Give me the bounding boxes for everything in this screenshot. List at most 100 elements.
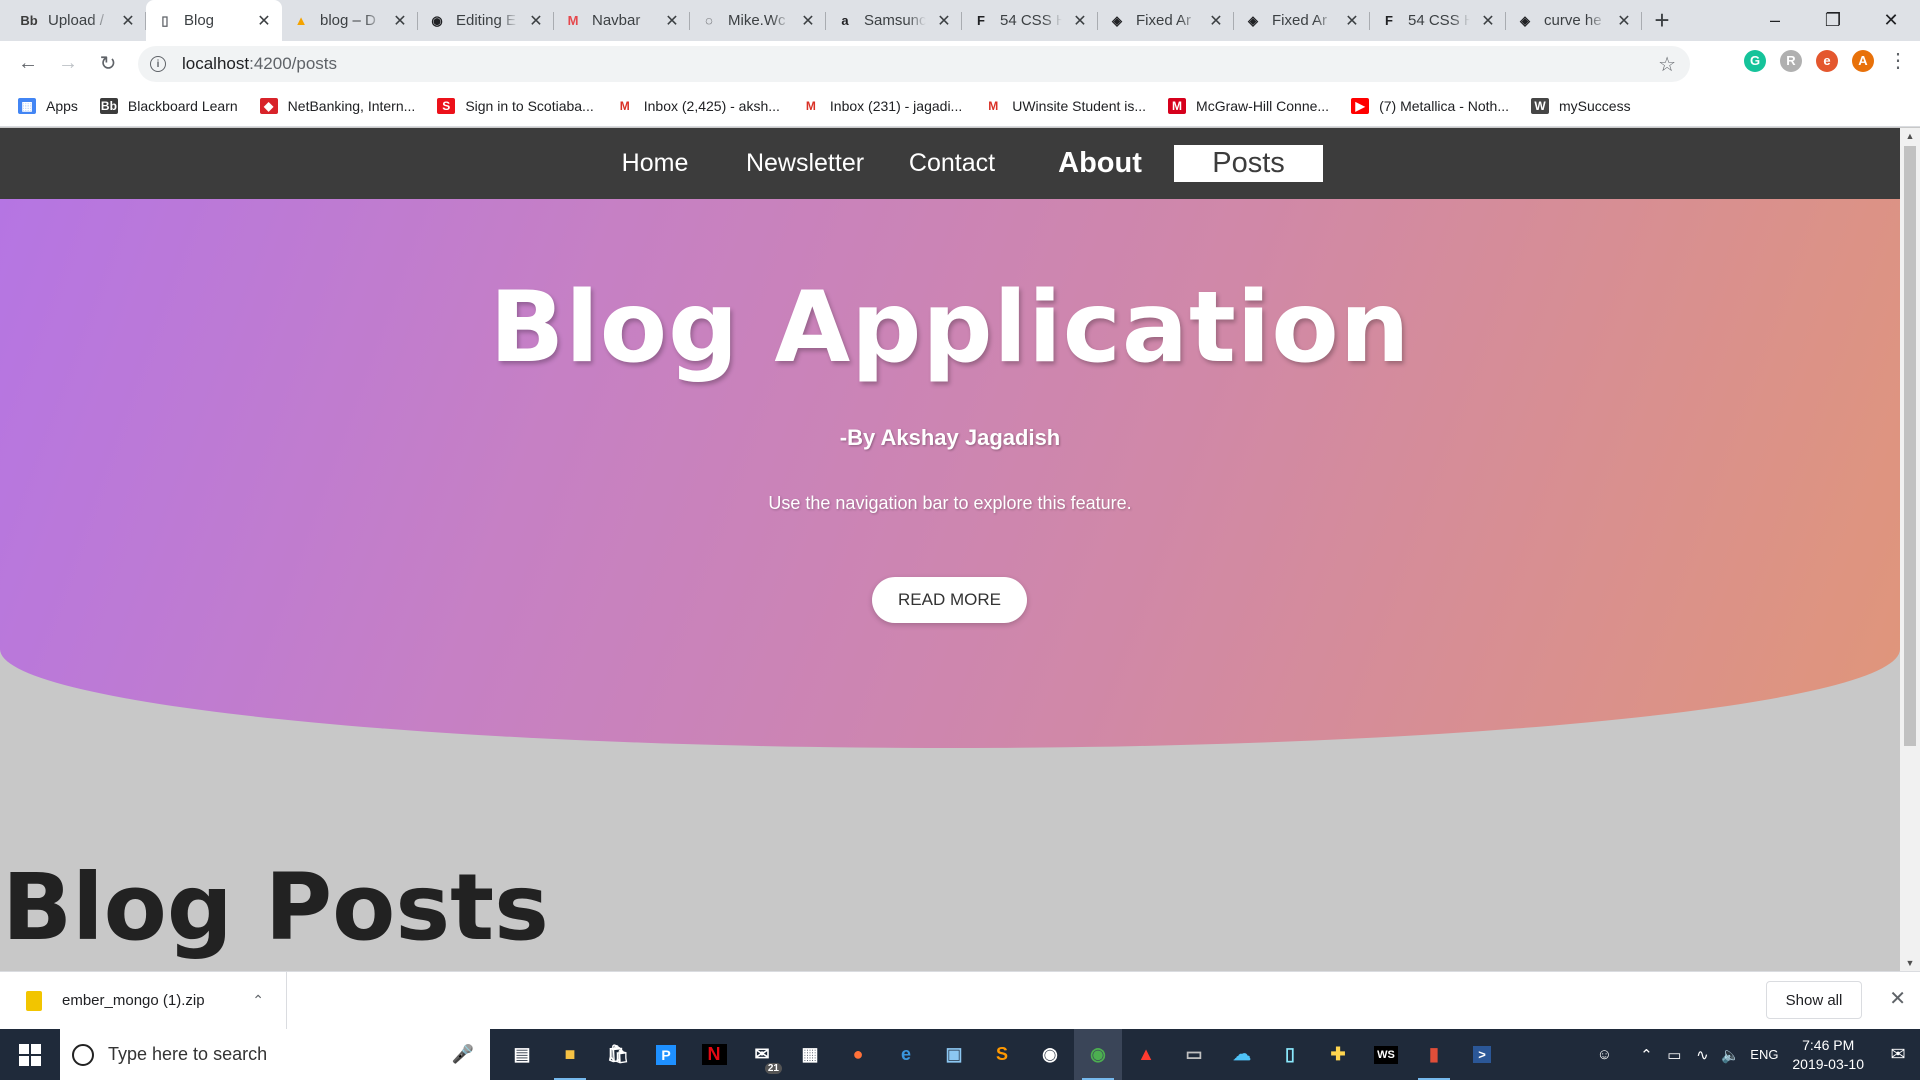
browser-tab[interactable]: F 54 CSS H ✕ — [962, 0, 1098, 41]
close-tab-icon[interactable]: ✕ — [256, 11, 272, 31]
terminal-icon[interactable]: ▮ — [1410, 1029, 1458, 1080]
scroll-up-arrow-icon[interactable]: ▲ — [1900, 128, 1920, 144]
url-text[interactable]: localhost:4200/posts — [182, 54, 337, 74]
scroll-thumb[interactable] — [1904, 146, 1916, 746]
sublime-icon[interactable]: S — [978, 1029, 1026, 1080]
close-tab-icon[interactable]: ✕ — [1344, 11, 1360, 31]
close-tab-icon[interactable]: ✕ — [800, 11, 816, 31]
display-app-icon[interactable]: ▭ — [1170, 1029, 1218, 1080]
bookmark-item[interactable]: Bb Blackboard Learn — [99, 98, 238, 114]
start-button[interactable] — [0, 1029, 60, 1080]
forward-button[interactable]: → — [52, 48, 84, 80]
microphone-icon[interactable]: 🎤 — [452, 1044, 474, 1065]
bookmark-item[interactable]: M Inbox (231) - jagadi... — [802, 98, 962, 114]
chrome-menu-icon[interactable]: ⋮ — [1888, 48, 1908, 73]
tab-title: Fixed Ar — [1136, 12, 1192, 29]
acrobat-icon[interactable]: ▲ — [1122, 1029, 1170, 1080]
restore-button[interactable]: ❐ — [1804, 0, 1862, 41]
browser-tab[interactable]: ▲ blog – D ✕ — [282, 0, 418, 41]
scotiabank-icon: S — [437, 98, 456, 114]
nav-home-link[interactable]: Home — [606, 145, 704, 182]
address-bar[interactable]: i localhost:4200/posts ☆ — [138, 46, 1690, 82]
p-app-icon[interactable]: P — [642, 1029, 690, 1080]
nav-contact-link[interactable]: Contact — [898, 145, 1006, 182]
close-tab-icon[interactable]: ✕ — [1072, 11, 1088, 31]
language-indicator[interactable]: ENG — [1744, 1047, 1784, 1062]
clock[interactable]: 7:46 PM 2019-03-10 — [1792, 1036, 1864, 1074]
netflix-icon[interactable]: N — [690, 1029, 738, 1080]
bookmark-star-icon[interactable]: ☆ — [1658, 52, 1676, 77]
close-tab-icon[interactable]: ✕ — [528, 11, 544, 31]
edge-icon[interactable]: e — [882, 1029, 930, 1080]
file-explorer-icon[interactable]: ■ — [546, 1029, 594, 1080]
download-item[interactable]: ember_mongo (1).zip ⌃ — [0, 972, 287, 1029]
battery-icon[interactable]: ▭ — [1660, 1046, 1688, 1064]
close-tab-icon[interactable]: ✕ — [936, 11, 952, 31]
close-tab-icon[interactable]: ✕ — [392, 11, 408, 31]
nav-about-link[interactable]: About — [1040, 145, 1160, 182]
notes-app-icon[interactable]: ▯ — [1266, 1029, 1314, 1080]
task-view-icon[interactable]: ▤ — [498, 1029, 546, 1080]
browser-tab[interactable]: a Samsunc ✕ — [826, 0, 962, 41]
close-tab-icon[interactable]: ✕ — [1208, 11, 1224, 31]
bookmark-item[interactable]: M UWinsite Student is... — [984, 98, 1146, 114]
close-icon[interactable]: ✕ — [1889, 986, 1906, 1011]
bookmark-item[interactable]: ▦ Apps — [18, 98, 78, 114]
powershell-icon[interactable]: > — [1458, 1029, 1506, 1080]
nav-posts-link[interactable]: Posts — [1174, 145, 1323, 182]
close-tab-icon[interactable]: ✕ — [1616, 11, 1632, 31]
scroll-down-arrow-icon[interactable]: ▼ — [1900, 955, 1920, 971]
firefox-icon[interactable]: ● — [834, 1029, 882, 1080]
bookmark-item[interactable]: ◆ NetBanking, Intern... — [259, 98, 415, 114]
back-button[interactable]: ← — [12, 48, 44, 80]
site-info-icon[interactable]: i — [150, 56, 166, 72]
page-scrollbar[interactable]: ▲ ▼ — [1900, 128, 1920, 971]
profile-avatar-icon[interactable]: A — [1852, 49, 1874, 72]
grammarly-icon[interactable]: G — [1744, 49, 1766, 72]
bookmark-item[interactable]: ▶ (7) Metallica - Noth... — [1351, 98, 1509, 114]
tab-title: blog – D — [320, 12, 376, 29]
browser-tab[interactable]: M Navbar ✕ — [554, 0, 690, 41]
chevron-up-icon[interactable]: ⌃ — [1632, 1046, 1660, 1064]
steam-icon[interactable]: ◉ — [1026, 1029, 1074, 1080]
remote-desktop-icon[interactable]: ▣ — [930, 1029, 978, 1080]
chrome-icon[interactable]: ◉ — [1074, 1029, 1122, 1080]
browser-tab[interactable]: F 54 CSS H ✕ — [1370, 0, 1506, 41]
browser-tab[interactable]: Bb Upload / ✕ — [10, 0, 146, 41]
taskbar-search[interactable]: Type here to search 🎤 — [60, 1029, 490, 1080]
bookmark-item[interactable]: S Sign in to Scotiaba... — [437, 98, 594, 114]
new-tab-button[interactable]: + — [1642, 0, 1682, 41]
bookmark-item[interactable]: M Inbox (2,425) - aksh... — [616, 98, 780, 114]
calendar-icon[interactable]: ▦ — [786, 1029, 834, 1080]
chevron-up-icon[interactable]: ⌃ — [252, 992, 264, 1009]
browser-tab[interactable]: ◉ Editing E ✕ — [418, 0, 554, 41]
nav-newsletter-link[interactable]: Newsletter — [735, 145, 875, 182]
mail-icon[interactable]: ✉ 21 — [738, 1029, 786, 1080]
hero-banner: Blog Application -By Akshay Jagadish Use… — [0, 199, 1900, 748]
wifi-icon[interactable]: ∿ — [1688, 1046, 1716, 1064]
reload-button[interactable]: ↻ — [92, 48, 124, 80]
browser-tab[interactable]: ◌ Mike.Wc ✕ — [690, 0, 826, 41]
tools-app-icon[interactable]: ✚ — [1314, 1029, 1362, 1080]
webstorm-icon[interactable]: WS — [1362, 1029, 1410, 1080]
browser-tab[interactable]: ◈ Fixed Ar ✕ — [1098, 0, 1234, 41]
e-extension-icon[interactable]: e — [1816, 49, 1838, 72]
close-tab-icon[interactable]: ✕ — [1480, 11, 1496, 31]
close-tab-icon[interactable]: ✕ — [120, 11, 136, 31]
show-all-button[interactable]: Show all — [1766, 981, 1862, 1019]
store-icon[interactable]: 🛍 — [594, 1029, 642, 1080]
people-icon[interactable]: ☺ — [1590, 1046, 1618, 1063]
action-center-icon[interactable]: ✉ — [1876, 1044, 1920, 1065]
bookmark-item[interactable]: WmySuccess — [1531, 98, 1631, 114]
bookmark-item[interactable]: M McGraw-Hill Conne... — [1168, 98, 1329, 114]
volume-muted-icon[interactable]: 🔈 — [1716, 1046, 1744, 1064]
r-extension-icon[interactable]: R — [1780, 49, 1802, 72]
minimize-button[interactable]: – — [1746, 0, 1804, 41]
cloud-app-icon[interactable]: ☁ — [1218, 1029, 1266, 1080]
browser-tab[interactable]: ▯ Blog ✕ — [146, 0, 282, 41]
read-more-button[interactable]: READ MORE — [872, 577, 1027, 623]
browser-tab[interactable]: ◈ curve he ✕ — [1506, 0, 1642, 41]
browser-tab[interactable]: ◈ Fixed Ar ✕ — [1234, 0, 1370, 41]
close-tab-icon[interactable]: ✕ — [664, 11, 680, 31]
close-window-button[interactable]: ✕ — [1862, 0, 1920, 41]
